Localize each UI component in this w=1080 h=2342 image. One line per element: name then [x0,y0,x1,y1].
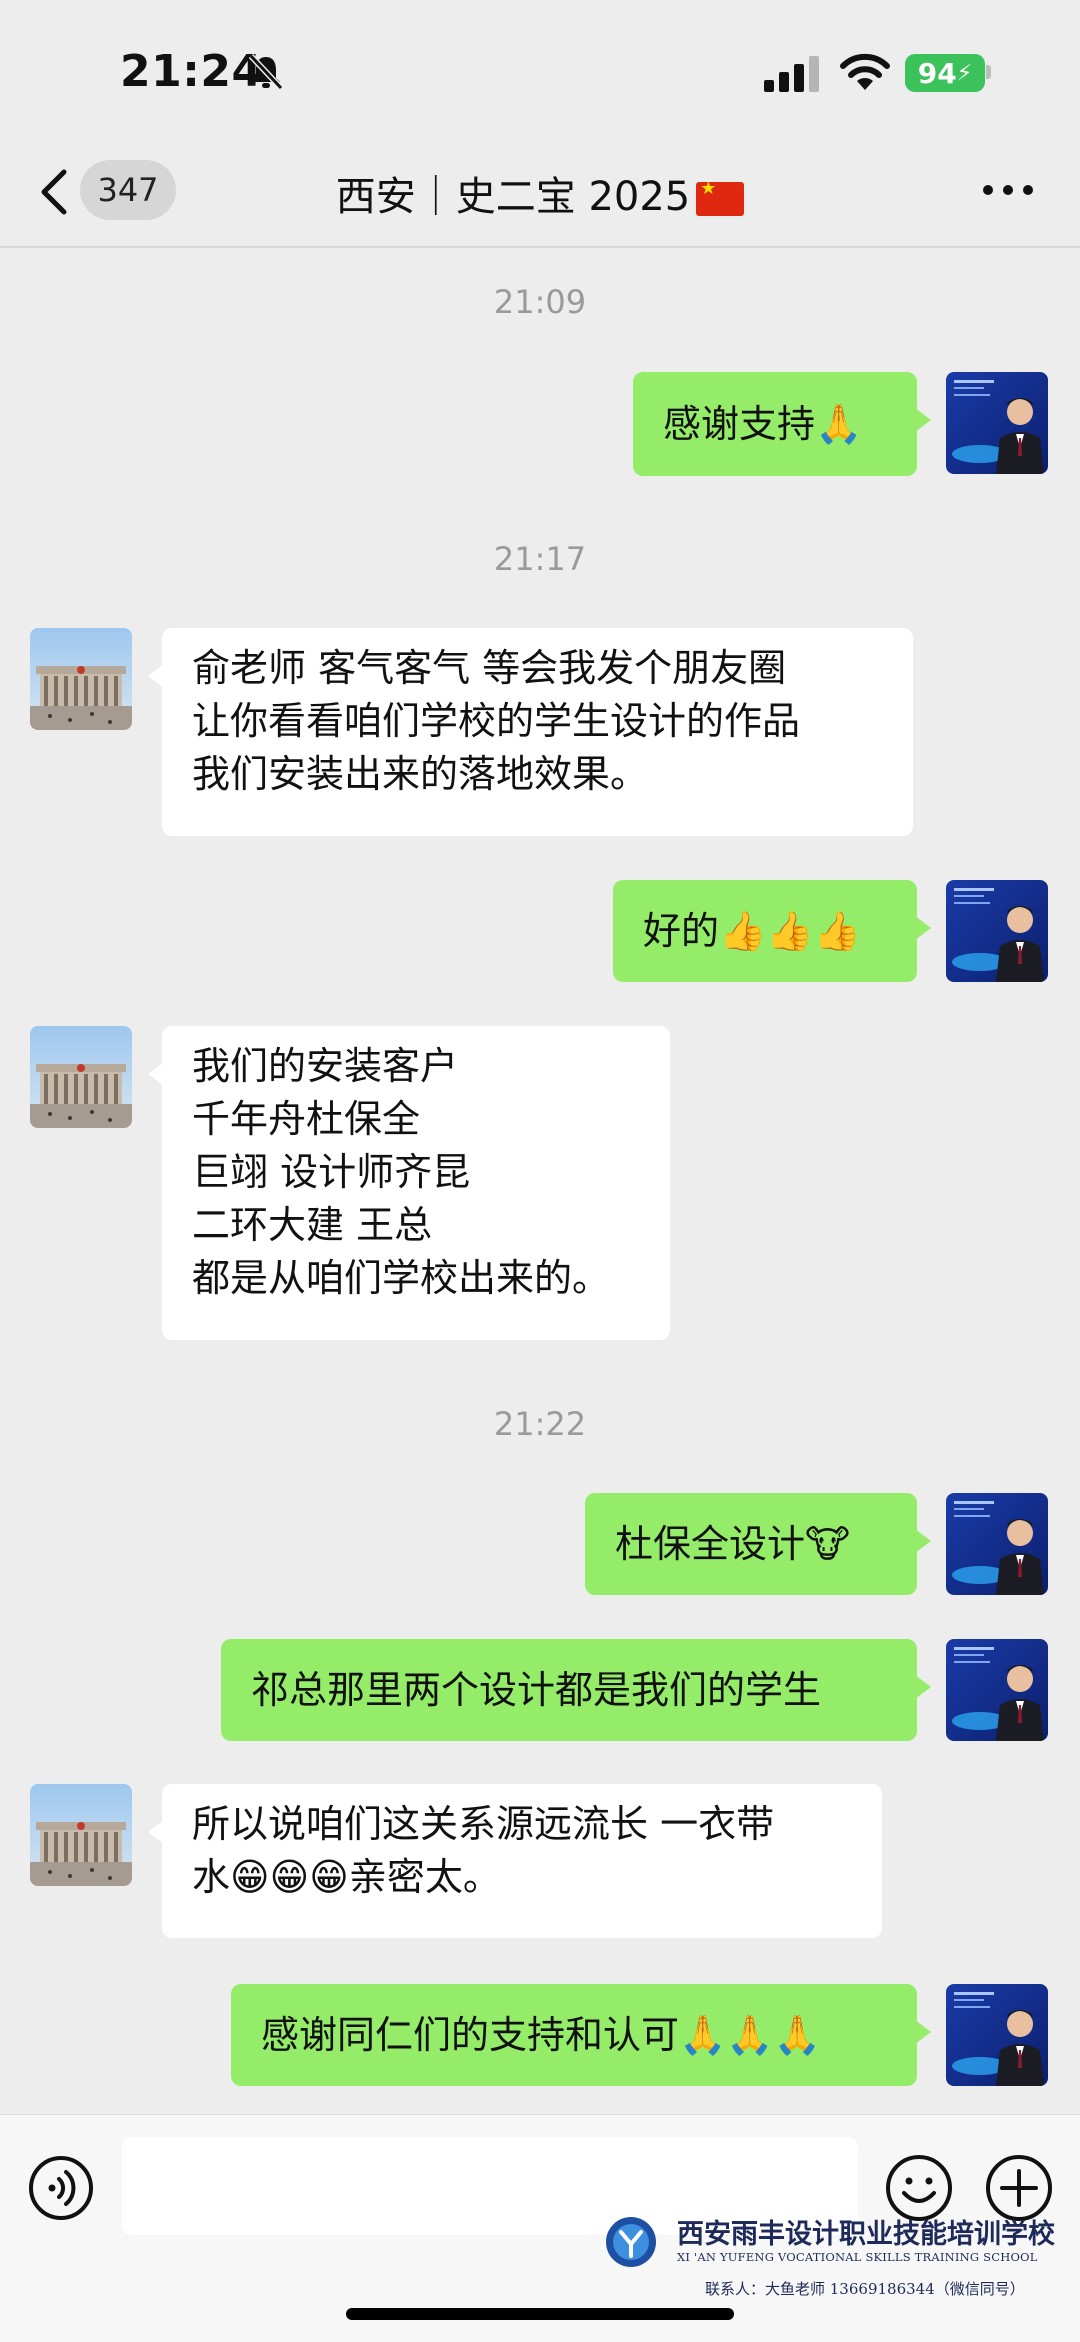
chat-header: 347 西安｜史二宝 2025 [0,140,1080,248]
china-flag-icon [696,178,745,216]
self-avatar[interactable] [946,1493,1048,1595]
bell-off-icon [248,53,284,91]
self-avatar[interactable] [946,1639,1048,1741]
chat-title-text: 西安｜史二宝 2025 [335,174,691,220]
message-timestamp: 21:22 [493,1405,587,1443]
contact-avatar[interactable] [30,628,132,730]
school-watermark: 西安雨丰设计职业技能培训学校 XI 'AN YUFENG VOCATIONAL … [605,2212,1065,2312]
message-timestamp: 21:09 [493,283,587,321]
sent-message[interactable]: 感谢同仁们的支持和认可🙏🙏🙏 [231,1984,931,2086]
watermark-school-name-en: XI 'AN YUFENG VOCATIONAL SKILLS TRAINING… [677,2250,1038,2264]
received-message[interactable]: 我们的安装客户 千年舟杜保全 巨翊 设计师齐昆 二环大建 王总 都是从咱们学校出… [148,1026,670,1340]
chat-title: 西安｜史二宝 2025 [0,164,1080,222]
status-time: 21:24 [120,46,263,97]
home-indicator[interactable] [346,2308,734,2320]
wifi-icon [840,53,890,90]
status-bar: 21:24 94 ⚡ [0,0,1080,140]
signal-icon [764,56,819,92]
voice-icon[interactable] [28,2155,94,2221]
self-avatar[interactable] [946,880,1048,982]
sent-message[interactable]: 祁总那里两个设计都是我们的学生 [221,1639,931,1741]
watermark-contact: 联系人：大鱼老师 13669186344（微信同号） [705,2280,1025,2298]
sent-message[interactable]: 感谢支持🙏 [633,372,931,476]
contact-avatar[interactable] [30,1026,132,1128]
watermark-school-name: 西安雨丰设计职业技能培训学校 [677,2219,1055,2250]
contact-avatar[interactable] [30,1784,132,1886]
received-message[interactable]: 俞老师 客气客气 等会我发个朋友圈 让你看看咱们学校的学生设计的作品 我们安装出… [148,628,913,836]
sent-message[interactable]: 好的👍👍👍 [613,880,931,982]
self-avatar[interactable] [946,1984,1048,2086]
battery-level: 94 [917,56,957,90]
sent-message[interactable]: 杜保全设计🐮 [585,1493,931,1595]
battery-indicator: 94 ⚡ [905,54,985,92]
self-avatar[interactable] [946,372,1048,474]
message-timestamp: 21:17 [493,540,587,578]
received-message[interactable]: 所以说咱们这关系源远流长 一衣带 水😁😁😁亲密太。 [148,1784,882,1938]
battery-tip [986,65,991,79]
school-logo-icon [606,2217,656,2267]
more-icon[interactable] [982,180,1034,200]
